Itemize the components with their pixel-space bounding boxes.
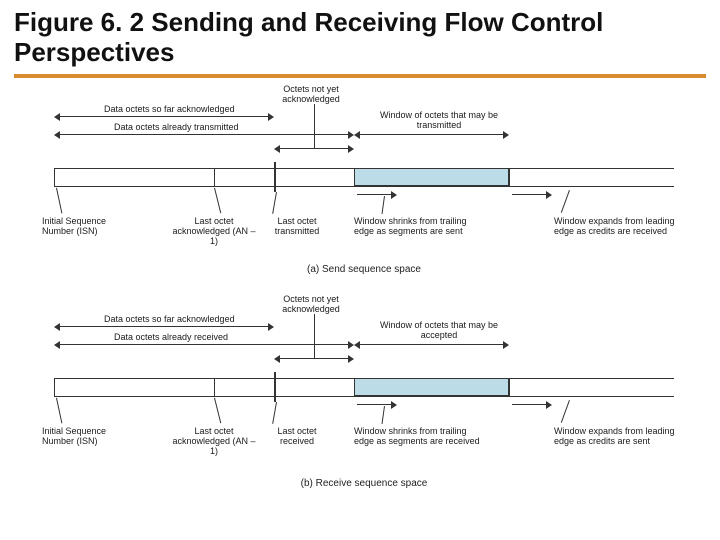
a-already-tx: Data octets already transmitted: [114, 122, 239, 132]
diagram: Data octets so far acknowledged Data oct…: [14, 86, 706, 526]
a-caption: (a) Send sequence space: [254, 264, 474, 275]
figure-title: Figure 6. 2 Sending and Receiving Flow C…: [0, 0, 720, 74]
a-not-yet-ack: Octets not yet acknowledged: [266, 84, 356, 105]
a-expand: Window expands from leading edge as cred…: [554, 216, 684, 237]
b-window-rx: Window of octets that may be accepted: [374, 320, 504, 341]
b-shrink: Window shrinks from trailing edge as seg…: [354, 426, 484, 447]
b-last-ack: Last octet acknowledged (AN – 1): [169, 426, 259, 457]
b-already-rx: Data octets already received: [114, 332, 228, 342]
b-isn: Initial Sequence Number (ISN): [42, 426, 122, 447]
a-shrink: Window shrinks from trailing edge as seg…: [354, 216, 474, 237]
a-ack-so-far: Data octets so far acknowledged: [104, 104, 235, 114]
b-caption: (b) Receive sequence space: [254, 478, 474, 489]
a-last-ack: Last octet acknowledged (AN – 1): [169, 216, 259, 247]
title-underline: [14, 74, 706, 78]
b-last-rx: Last octet received: [262, 426, 332, 447]
a-window-tx: Window of octets that may be transmitted: [374, 110, 504, 131]
a-last-tx: Last octet transmitted: [262, 216, 332, 237]
b-expand: Window expands from leading edge as cred…: [554, 426, 684, 447]
b-not-yet-ack: Octets not yet acknowledged: [266, 294, 356, 315]
a-isn: Initial Sequence Number (ISN): [42, 216, 122, 237]
b-ack-so-far: Data octets so far acknowledged: [104, 314, 235, 324]
